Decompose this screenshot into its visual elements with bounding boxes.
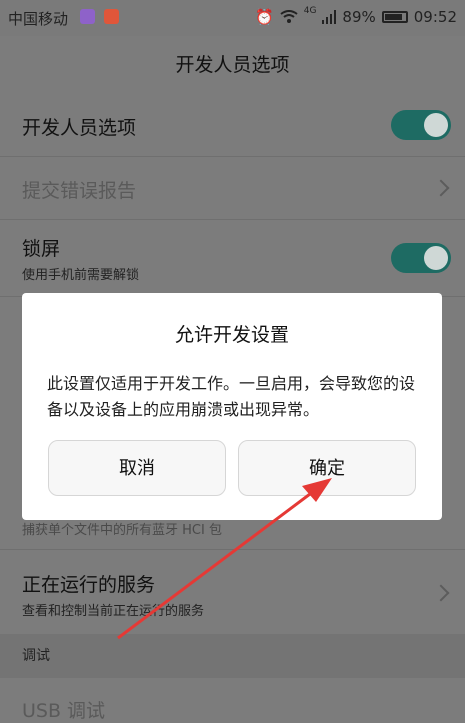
wifi-icon <box>280 10 298 23</box>
settings-list: 开发人员选项 提交错误报告 锁屏 使用手机前需要解锁 <box>0 94 465 297</box>
lock-screen-toggle[interactable] <box>391 243 451 273</box>
app-notification-icon <box>104 9 119 24</box>
chevron-right-icon <box>432 584 450 602</box>
page-title: 开发人员选项 <box>0 36 465 94</box>
dialog-message: 此设置仅适用于开发工作。一旦启用，会导致您的设备以及设备上的应用崩溃或出现异常。 <box>47 374 416 419</box>
signal-icon <box>322 10 337 24</box>
settings-row-developer-options[interactable]: 开发人员选项 <box>0 94 465 157</box>
network-type: 4G <box>303 6 317 16</box>
battery-percent: 89% <box>342 8 376 26</box>
confirm-button[interactable]: 确定 <box>238 440 416 496</box>
settings-row-bluetooth-hci[interactable]: 捕获单个文件中的所有蓝牙 HCI 包 <box>0 515 465 550</box>
row-subtitle: 查看和控制当前正在运行的服务 <box>22 604 205 619</box>
settings-row-running-services[interactable]: 正在运行的服务 查看和控制当前正在运行的服务 <box>0 550 465 635</box>
carrier-label: 中国移动 <box>8 10 69 28</box>
alarm-icon: ⏰ <box>255 8 274 26</box>
settings-row-bug-report[interactable]: 提交错误报告 <box>0 157 465 220</box>
row-title: 提交错误报告 <box>22 180 137 202</box>
row-subtitle: 使用手机前需要解锁 <box>22 268 140 283</box>
chevron-right-icon <box>432 179 450 197</box>
section-header-debugging: 调试 <box>0 634 465 678</box>
status-icons: ⏰ 4G 89% 09:52 <box>255 6 457 26</box>
dialog-title: 允许开发设置 <box>174 324 289 346</box>
battery-icon <box>381 11 408 23</box>
settings-row-lock-screen[interactable]: 锁屏 使用手机前需要解锁 <box>0 220 465 297</box>
settings-row-usb-debugging[interactable]: USB 调试 <box>0 678 465 722</box>
status-bar: 中国移动 ⏰ 4G 89% 09:52 <box>0 0 465 36</box>
row-title: 锁屏 <box>22 238 61 260</box>
developer-options-toggle[interactable] <box>391 110 451 140</box>
gallery-notification-icon <box>80 9 95 24</box>
allow-developer-settings-dialog: 允许开发设置 此设置仅适用于开发工作。一旦启用，会导致您的设备以及设备上的应用崩… <box>22 293 442 520</box>
row-subtitle: 捕获单个文件中的所有蓝牙 HCI 包 <box>22 523 222 538</box>
clock: 09:52 <box>413 8 457 26</box>
row-title: 开发人员选项 <box>22 117 137 139</box>
cancel-button[interactable]: 取消 <box>48 440 226 496</box>
row-title: 正在运行的服务 <box>22 574 156 596</box>
